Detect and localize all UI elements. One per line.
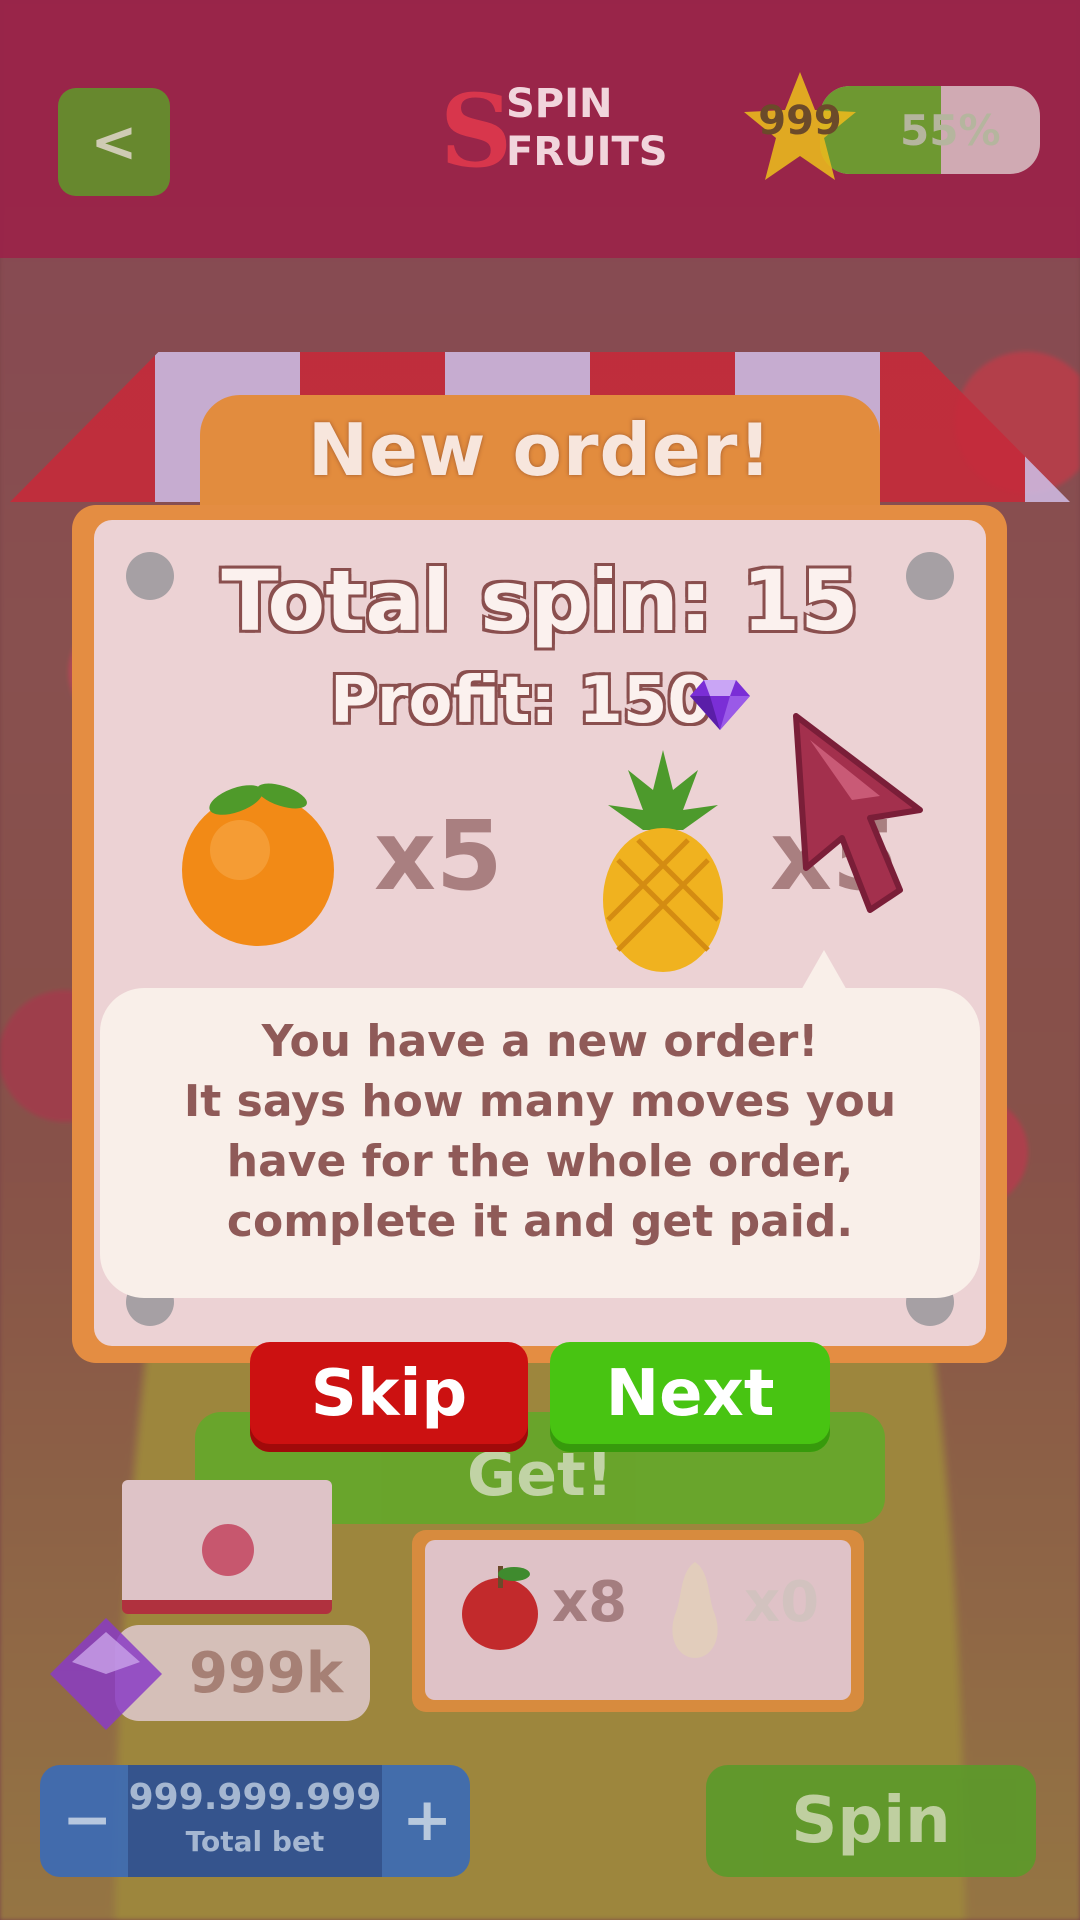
- total-bet-control: − 999.999.999 Total bet +: [40, 1765, 470, 1877]
- game-logo: S SPIN FRUITS: [440, 72, 668, 190]
- bet-label: Total bet: [185, 1825, 325, 1858]
- apple-icon: [462, 1566, 538, 1650]
- pear-icon: [672, 1562, 718, 1658]
- orange-icon: [182, 783, 334, 946]
- logo-letter: S: [440, 72, 513, 190]
- side-order-card: [122, 1480, 332, 1614]
- pineapple-icon: [603, 750, 723, 972]
- back-button[interactable]: <: [58, 88, 170, 196]
- tutorial-line: You have a new order!: [261, 1016, 819, 1067]
- total-spin: Total spin: 15: [221, 552, 859, 650]
- gem-balance-value: 999k: [189, 1641, 344, 1706]
- level-percent: 55%: [900, 106, 1001, 155]
- profit: Profit: 150: [330, 664, 712, 738]
- tutorial-text: You have a new order! It says how many m…: [120, 1012, 960, 1252]
- orange-count: x5: [374, 800, 503, 912]
- cherry-icon: [202, 1524, 254, 1576]
- tooltip-tail: [800, 950, 848, 992]
- bet-amount: 999.999.999: [128, 1777, 382, 1818]
- dialog-title: New order!: [307, 408, 773, 492]
- star-icon: 999: [740, 68, 860, 188]
- apple-count: x8: [552, 1570, 628, 1635]
- logo-line2: FRUITS: [506, 129, 668, 175]
- bet-increase-button[interactable]: +: [402, 1785, 452, 1855]
- pear-count: x0: [744, 1570, 820, 1635]
- tutorial-line: It says how many moves you: [183, 1076, 897, 1127]
- star-count: 999: [758, 98, 842, 144]
- logo-text: SPIN FRUITS: [506, 80, 668, 176]
- gem-balance-icon: [50, 1618, 162, 1730]
- bet-decrease-button[interactable]: −: [62, 1785, 112, 1855]
- tutorial-pointer-icon: [793, 713, 923, 913]
- tutorial-line: complete it and get paid.: [226, 1196, 854, 1247]
- logo-line1: SPIN: [506, 81, 613, 127]
- next-button[interactable]: Next: [550, 1342, 830, 1452]
- gem-icon: [690, 680, 750, 730]
- tutorial-line: have for the whole order,: [226, 1136, 854, 1187]
- skip-button[interactable]: Skip: [250, 1342, 528, 1452]
- spin-button: Spin: [706, 1765, 1036, 1877]
